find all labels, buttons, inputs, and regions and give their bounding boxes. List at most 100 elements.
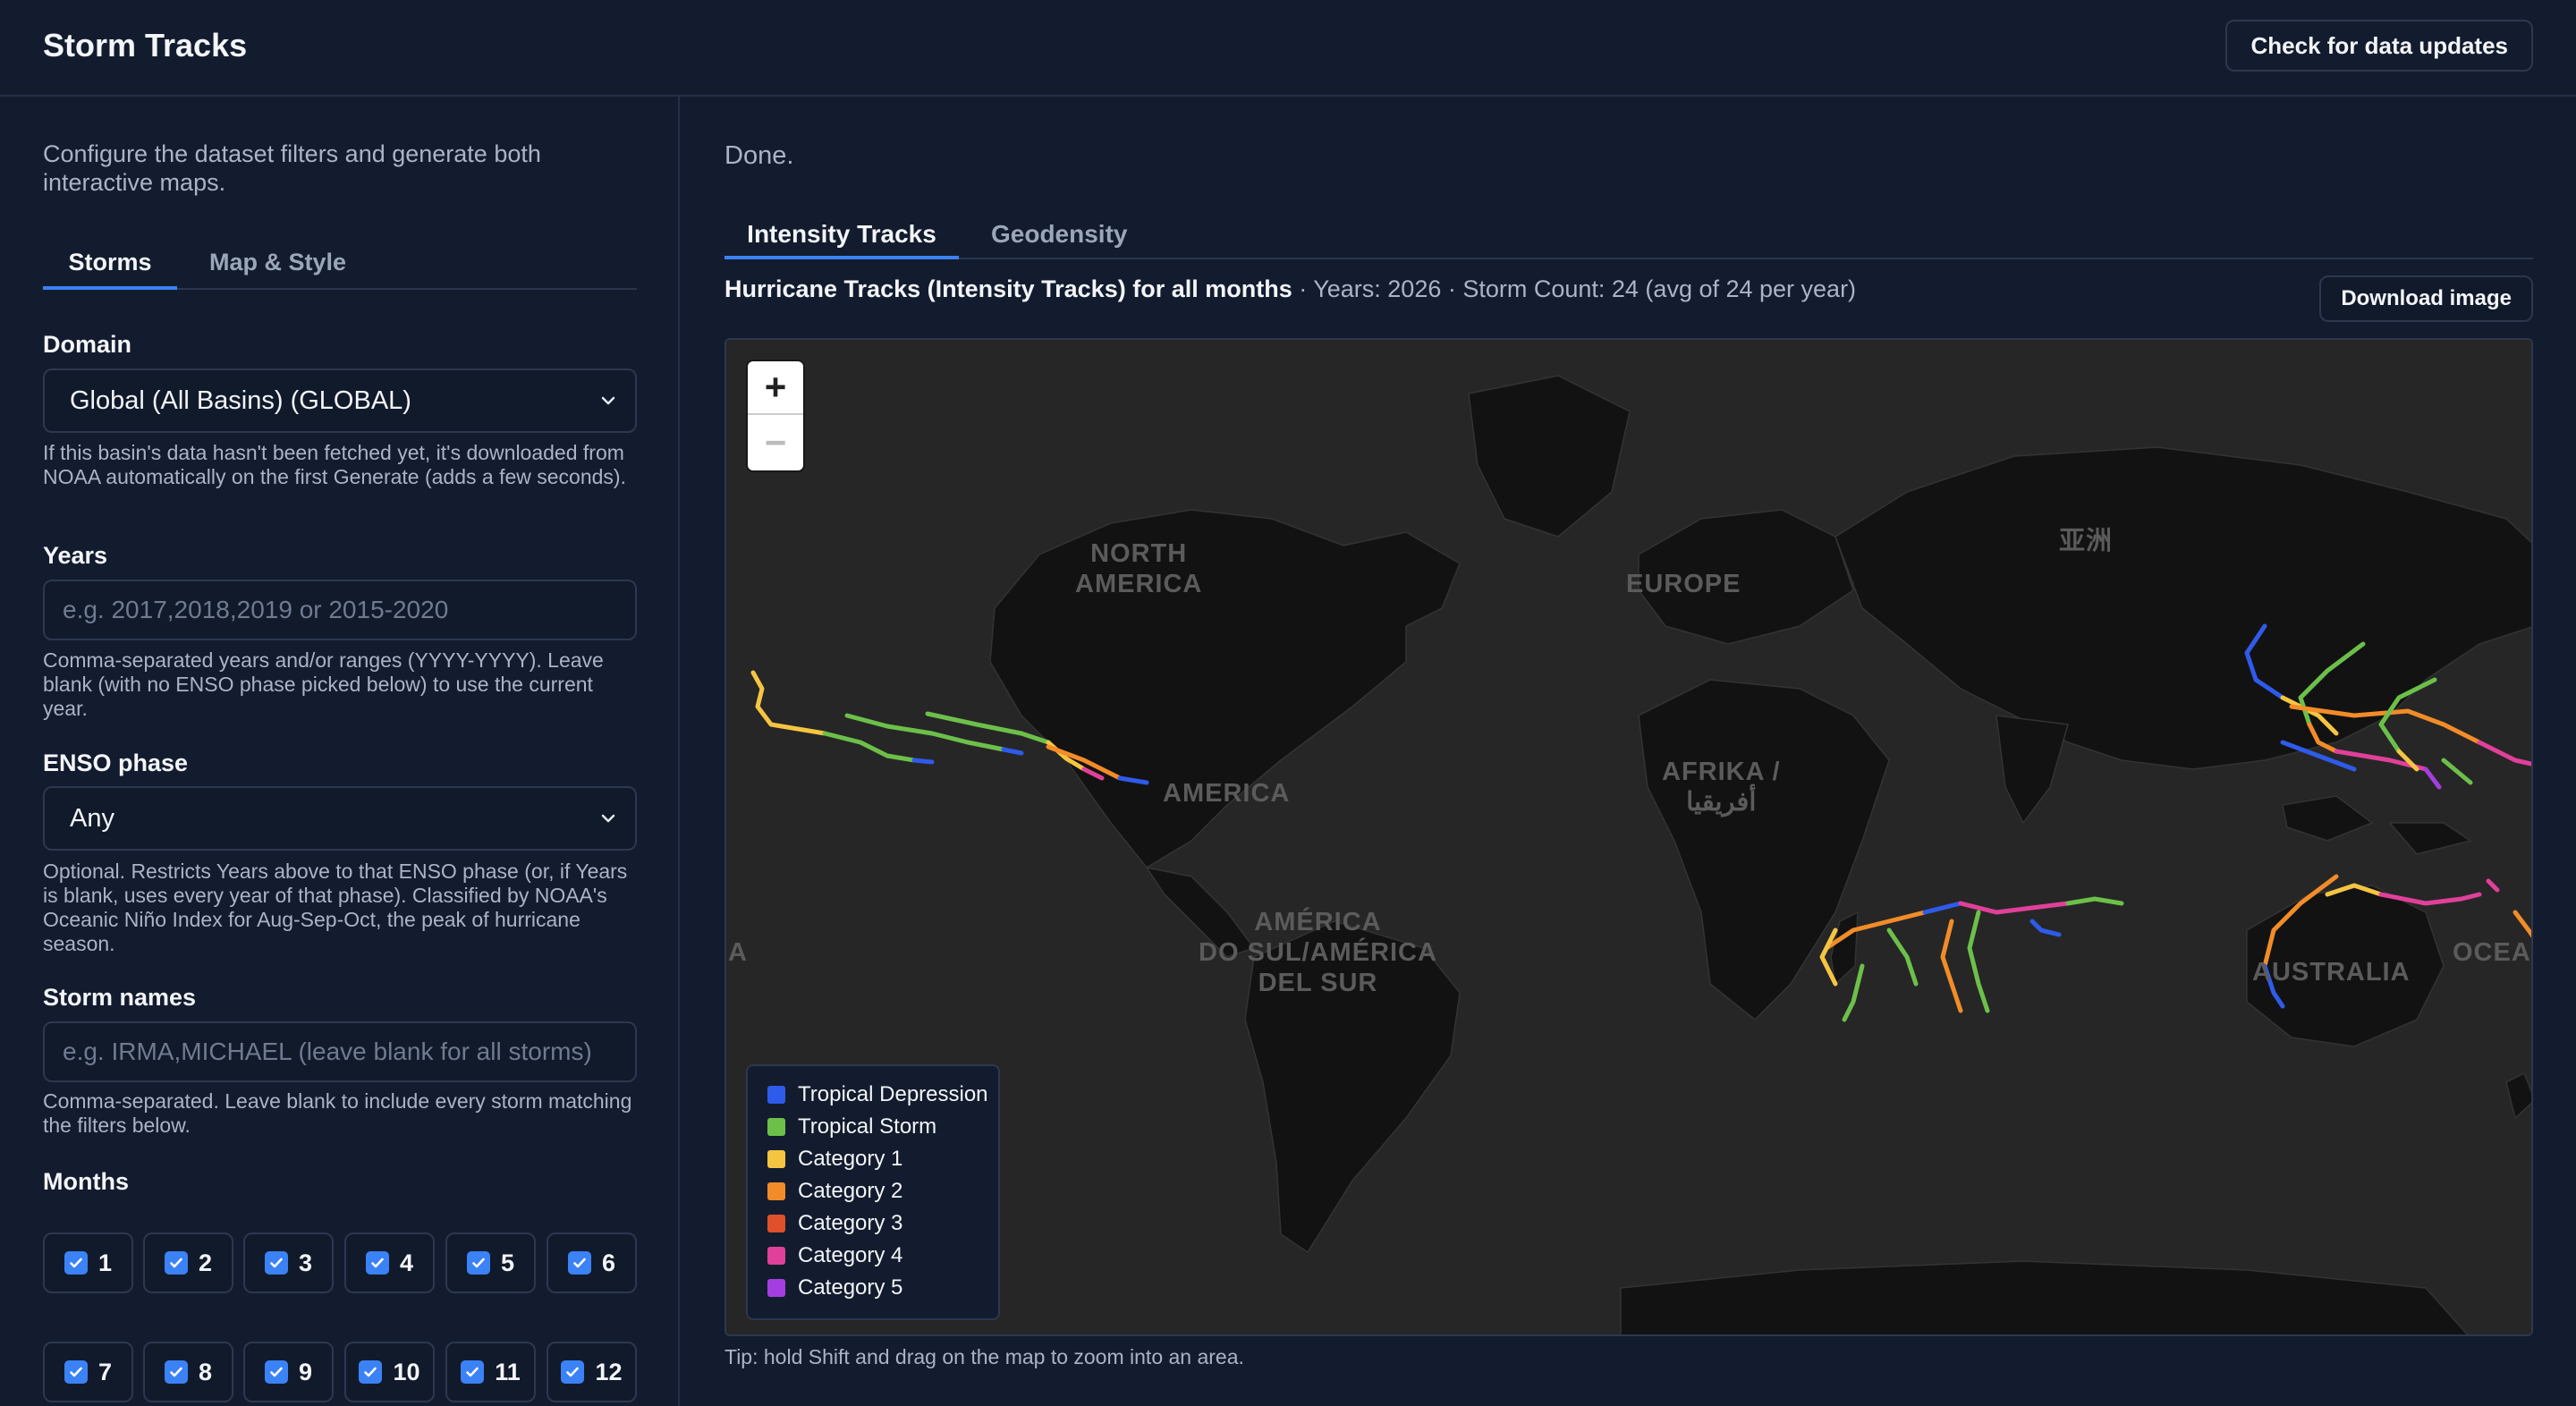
checkbox-checked-icon xyxy=(359,1360,383,1384)
legend-label: Category 4 xyxy=(798,1243,903,1267)
legend-swatch xyxy=(767,1279,785,1297)
month-label: 2 xyxy=(198,1249,213,1276)
legend-swatch xyxy=(767,1086,785,1104)
map-tip: Tip: hold Shift and drag on the map to z… xyxy=(724,1345,1244,1368)
legend-item: Category 2 xyxy=(767,1179,902,1204)
month-checkbox-7[interactable]: 7 xyxy=(43,1342,133,1402)
month-checkbox-4[interactable]: 4 xyxy=(344,1232,435,1293)
tab-intensity-tracks[interactable]: Intensity Tracks xyxy=(724,211,959,259)
map-label-edge: A xyxy=(728,938,748,967)
download-image-button[interactable]: Download image xyxy=(2319,275,2533,322)
years-label: Years xyxy=(43,542,108,569)
month-checkbox-11[interactable]: 11 xyxy=(445,1342,536,1402)
legend-label: Tropical Depression xyxy=(798,1082,988,1106)
month-label: 12 xyxy=(595,1358,623,1385)
main-panel: Done. Intensity Tracks Geodensity Hurric… xyxy=(682,97,2576,1406)
month-checkbox-1[interactable]: 1 xyxy=(43,1232,133,1293)
month-label: 10 xyxy=(393,1358,420,1385)
legend-swatch xyxy=(767,1118,785,1136)
month-label: 11 xyxy=(495,1358,521,1385)
month-checkbox-10[interactable]: 10 xyxy=(344,1342,435,1402)
storm-map[interactable]: + − NORTH AMERICA EUROPE 亚洲 AMERICA AFRI… xyxy=(724,338,2533,1336)
intensity-legend: Tropical Depression Tropical Storm Categ… xyxy=(746,1064,1000,1320)
legend-item: Category 3 xyxy=(767,1211,902,1236)
sidebar-tabs: Storms Map & Style xyxy=(43,245,637,290)
checkbox-checked-icon xyxy=(561,1360,585,1384)
legend-swatch xyxy=(767,1215,785,1232)
years-input[interactable] xyxy=(43,580,637,640)
month-checkbox-12[interactable]: 12 xyxy=(547,1342,637,1402)
domain-select-value: Global (All Basins) (GLOBAL) xyxy=(70,385,411,415)
checkbox-checked-icon xyxy=(164,1360,188,1384)
checkbox-checked-icon xyxy=(64,1360,88,1384)
month-label: 3 xyxy=(298,1249,313,1276)
map-meta: · Years: 2026 · Storm Count: 24 (avg of … xyxy=(1292,275,1857,302)
checkbox-checked-icon xyxy=(567,1251,591,1275)
legend-label: Category 1 xyxy=(798,1147,903,1171)
checkbox-checked-icon xyxy=(64,1251,88,1275)
checkbox-checked-icon xyxy=(365,1251,389,1275)
check-data-updates-button[interactable]: Check for data updates xyxy=(2225,20,2533,72)
map-label-europe: EUROPE xyxy=(1626,570,1741,598)
month-label: 8 xyxy=(198,1358,213,1385)
month-label: 5 xyxy=(500,1249,515,1276)
chevron-down-icon xyxy=(601,814,615,823)
legend-item: Category 5 xyxy=(767,1275,902,1300)
years-help: Comma-separated years and/or ranges (YYY… xyxy=(43,648,604,720)
chevron-down-icon xyxy=(601,396,615,405)
month-label: 4 xyxy=(399,1249,414,1276)
checkbox-checked-icon xyxy=(466,1251,490,1275)
tab-storms[interactable]: Storms xyxy=(43,245,177,290)
checkbox-checked-icon xyxy=(264,1251,288,1275)
enso-phase-label: ENSO phase xyxy=(43,750,189,776)
legend-label: Category 3 xyxy=(798,1211,903,1235)
map-title: Hurricane Tracks (Intensity Tracks) for … xyxy=(724,275,1292,302)
legend-item: Tropical Storm xyxy=(767,1114,936,1139)
zoom-in-button[interactable]: + xyxy=(748,361,803,415)
enso-phase-select[interactable]: Any xyxy=(43,786,637,851)
month-label: 7 xyxy=(97,1358,113,1385)
legend-item: Category 4 xyxy=(767,1243,902,1268)
checkbox-checked-icon xyxy=(264,1360,288,1384)
domain-label: Domain xyxy=(43,331,132,358)
storm-names-input[interactable] xyxy=(43,1021,637,1082)
legend-swatch xyxy=(767,1150,785,1168)
storm-names-label: Storm names xyxy=(43,984,197,1011)
zoom-out-button[interactable]: − xyxy=(748,416,803,470)
months-label: Months xyxy=(43,1168,129,1195)
month-checkbox-9[interactable]: 9 xyxy=(243,1342,334,1402)
legend-swatch xyxy=(767,1182,785,1200)
month-checkbox-8[interactable]: 8 xyxy=(143,1342,233,1402)
enso-phase-select-value: Any xyxy=(70,803,114,833)
map-label-oceania: OCEA xyxy=(2453,938,2531,967)
app-title: Storm Tracks xyxy=(43,27,248,64)
sidebar-intro: Configure the dataset filters and genera… xyxy=(43,140,541,196)
enso-phase-help: Optional. Restricts Years above to that … xyxy=(43,860,628,955)
map-label-asia: 亚洲 xyxy=(2059,527,2114,555)
map-heading: Hurricane Tracks (Intensity Tracks) for … xyxy=(724,275,1856,303)
month-label: 6 xyxy=(601,1249,616,1276)
tab-geodensity[interactable]: Geodensity xyxy=(991,211,1127,259)
map-label-australia: AUSTRALIA xyxy=(2252,958,2411,987)
legend-item: Tropical Depression xyxy=(767,1082,988,1107)
status-text: Done. xyxy=(724,141,794,170)
map-label-africa: AFRIKA / أفريقيا xyxy=(1662,758,1781,817)
main-tabs: Intensity Tracks Geodensity xyxy=(724,211,2533,259)
month-label: 1 xyxy=(97,1249,113,1276)
month-checkbox-3[interactable]: 3 xyxy=(243,1232,334,1293)
domain-help: If this basin's data hasn't been fetched… xyxy=(43,441,626,488)
legend-swatch xyxy=(767,1247,785,1265)
legend-label: Tropical Storm xyxy=(798,1114,937,1139)
app-header: Storm Tracks Check for data updates xyxy=(0,0,2576,97)
month-checkbox-6[interactable]: 6 xyxy=(547,1232,637,1293)
storm-names-help: Comma-separated. Leave blank to include … xyxy=(43,1089,632,1137)
legend-label: Category 2 xyxy=(798,1179,903,1203)
domain-select[interactable]: Global (All Basins) (GLOBAL) xyxy=(43,368,637,433)
checkbox-checked-icon xyxy=(461,1360,485,1384)
tab-map-style[interactable]: Map & Style xyxy=(209,245,346,290)
map-label-north-america: NORTH AMERICA xyxy=(1075,539,1203,598)
month-checkbox-5[interactable]: 5 xyxy=(445,1232,536,1293)
sidebar: Configure the dataset filters and genera… xyxy=(0,97,680,1406)
zoom-control: + − xyxy=(748,361,803,470)
month-checkbox-2[interactable]: 2 xyxy=(143,1232,233,1293)
